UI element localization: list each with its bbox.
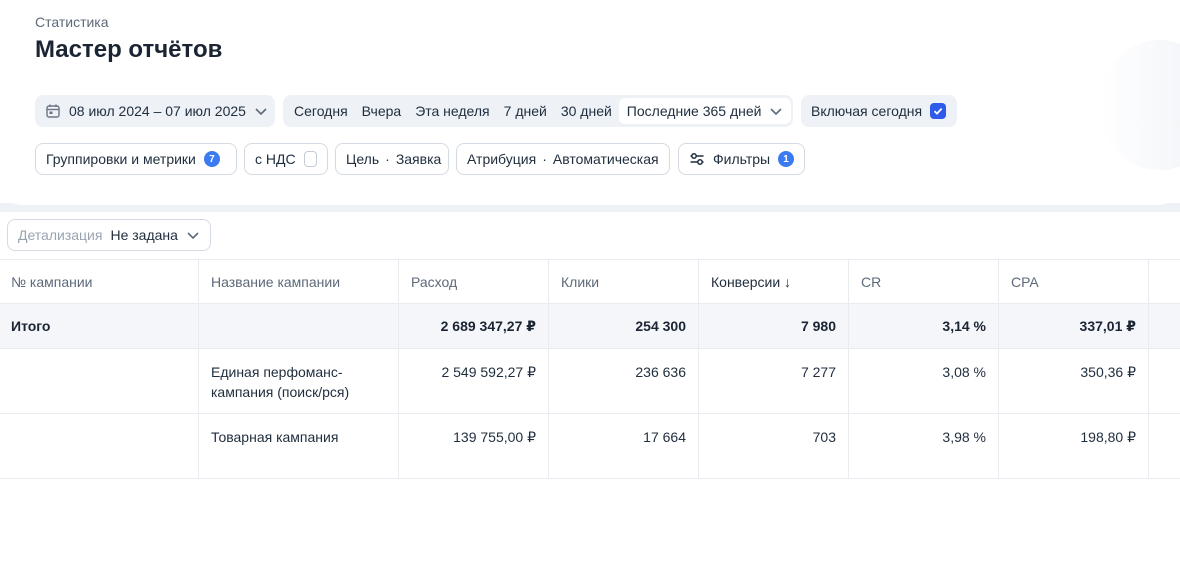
clicks-cell: 17 664	[549, 414, 699, 478]
attribution-selector[interactable]: Атрибуция · Автоматическая	[456, 143, 670, 175]
conversions-cell: 703	[699, 414, 849, 478]
period-7-days[interactable]: 7 дней	[504, 103, 547, 119]
campaign-id-cell	[0, 349, 199, 413]
goal-label: Цель	[346, 151, 380, 167]
calendar-icon	[45, 103, 61, 119]
breadcrumb[interactable]: Статистика	[35, 14, 109, 30]
goal-value: Заявка	[395, 151, 442, 167]
table-header-row: № кампании Название кампании Расход Клик…	[0, 259, 1180, 304]
cr-cell: 3,98 %	[849, 414, 999, 478]
total-conversions: 7 980	[699, 304, 849, 348]
campaign-name-cell: Товарная кампания	[199, 414, 399, 478]
total-cr: 3,14 %	[849, 304, 999, 348]
filters-label: Фильтры	[713, 151, 771, 167]
filters-count-badge: 1	[778, 151, 794, 167]
total-clicks: 254 300	[549, 304, 699, 348]
total-label: Итого	[0, 304, 199, 348]
cpa-cell: 350,36 ₽	[999, 349, 1149, 413]
column-header-spend[interactable]: Расход	[399, 260, 549, 303]
period-30-days[interactable]: 30 дней	[561, 103, 612, 119]
column-header-cr[interactable]: CR	[849, 260, 999, 303]
goal-selector[interactable]: Цель · Заявка	[335, 143, 449, 175]
detail-label: Детализация	[18, 227, 103, 243]
column-header-campaign-name[interactable]: Название кампании	[199, 260, 399, 303]
total-cpa: 337,01 ₽	[999, 304, 1149, 348]
detail-value: Не задана	[110, 227, 178, 243]
grouping-count-badge: 7	[203, 151, 220, 167]
column-header-conversions[interactable]: Конверсии ↓	[699, 260, 849, 303]
report-header-panel: Статистика Мастер отчётов 08 июл 2024 – …	[0, 0, 1180, 205]
campaign-name-cell: Единая перфоманс-кампания (поиск/рся)	[199, 349, 399, 413]
period-365-days[interactable]: Последние 365 дней	[618, 98, 792, 124]
extra-cell	[1149, 414, 1180, 478]
campaign-id-cell	[0, 414, 199, 478]
conversions-cell: 7 277	[699, 349, 849, 413]
chevron-down-icon	[769, 104, 783, 118]
vat-toggle[interactable]: с НДС	[244, 143, 328, 175]
vat-label: с НДС	[255, 151, 296, 167]
grouping-metrics-label: Группировки и метрики	[46, 151, 196, 167]
period-this-week[interactable]: Эта неделя	[415, 103, 489, 119]
total-spend: 2 689 347,27 ₽	[399, 304, 549, 348]
column-header-clicks[interactable]: Клики	[549, 260, 699, 303]
decorative-shape	[1100, 40, 1180, 170]
cr-cell: 3,08 %	[849, 349, 999, 413]
filters-button[interactable]: Фильтры 1	[678, 143, 805, 175]
vat-checkbox[interactable]	[303, 151, 317, 167]
total-extra	[1149, 304, 1180, 348]
campaign-name: Единая перфоманс-кампания (поиск/рся)	[211, 364, 350, 400]
grouping-metrics-button[interactable]: Группировки и метрики 7	[35, 143, 237, 175]
column-header-cpa[interactable]: CPA	[999, 260, 1149, 303]
total-name-cell	[199, 304, 399, 348]
date-range-picker[interactable]: 08 июл 2024 – 07 июл 2025	[35, 95, 275, 127]
detail-selector[interactable]: Детализация Не задана	[7, 219, 211, 251]
clicks-cell: 236 636	[549, 349, 699, 413]
attribution-value: Автоматическая	[552, 151, 659, 167]
cpa-cell: 198,80 ₽	[999, 414, 1149, 478]
attribution-label: Атрибуция	[467, 151, 537, 167]
chevron-down-icon	[186, 228, 200, 242]
page-title: Мастер отчётов	[35, 36, 223, 63]
period-365-days-label: Последние 365 дней	[626, 103, 762, 119]
sliders-icon	[689, 151, 705, 167]
period-yesterday[interactable]: Вчера	[362, 103, 402, 119]
separator-dot: ·	[385, 151, 390, 167]
report-table: № кампании Название кампании Расход Клик…	[0, 259, 1180, 479]
spend-cell: 2 549 592,27 ₽	[399, 349, 549, 413]
chevron-down-icon	[254, 104, 268, 118]
table-total-row: Итого 2 689 347,27 ₽ 254 300 7 980 3,14 …	[0, 304, 1180, 349]
include-today-checkbox[interactable]	[930, 103, 947, 119]
include-today-toggle[interactable]: Включая сегодня	[801, 95, 957, 127]
period-selector: Сегодня Вчера Эта неделя 7 дней 30 дней …	[283, 95, 793, 127]
column-header-extra	[1149, 260, 1180, 303]
date-range-value: 08 июл 2024 – 07 июл 2025	[69, 103, 246, 119]
table-row[interactable]: Единая перфоманс-кампания (поиск/рся) 2 …	[0, 349, 1180, 414]
separator-dot: ·	[542, 151, 547, 167]
check-icon	[933, 107, 943, 115]
period-today[interactable]: Сегодня	[294, 103, 348, 119]
include-today-label: Включая сегодня	[811, 103, 923, 119]
spend-cell: 139 755,00 ₽	[399, 414, 549, 478]
extra-cell	[1149, 349, 1180, 413]
campaign-name: Товарная кампания	[211, 429, 339, 445]
table-row[interactable]: Товарная кампания 139 755,00 ₽ 17 664 70…	[0, 414, 1180, 479]
column-header-campaign-id[interactable]: № кампании	[0, 260, 199, 303]
